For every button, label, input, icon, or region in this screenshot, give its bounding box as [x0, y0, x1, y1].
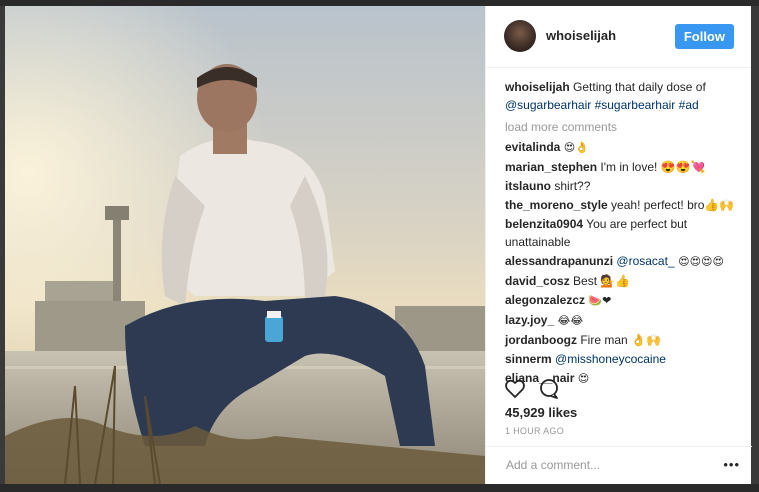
- comment-text: I'm in love! 😍😍💘: [600, 160, 706, 174]
- comment-username[interactable]: lazy.joy_: [505, 313, 554, 327]
- load-more-comments[interactable]: load more comments: [505, 118, 741, 136]
- background-strip-bottom: [0, 484, 759, 492]
- caption-text: Getting that daily dose of: [573, 80, 706, 94]
- comment-item: lazy.joy_ 😂😂: [505, 311, 741, 330]
- comment-username[interactable]: itslauno: [505, 179, 551, 193]
- comment-item: itslauno shirt??: [505, 177, 741, 195]
- likes-count[interactable]: 45,929 likes: [505, 405, 577, 420]
- comment-text: 😍😍😍😍: [674, 255, 724, 268]
- comment-text: 😍: [577, 372, 590, 385]
- comment-username[interactable]: evitalinda: [505, 140, 560, 154]
- comment-text: 😂😂: [557, 314, 584, 327]
- post-modal: whoiselijah Follow whoiselijah Getting t…: [5, 6, 752, 485]
- add-comment-bar: •••: [486, 446, 752, 485]
- comment-item: sinnerm @misshoneycocaine: [505, 350, 741, 368]
- comment-text: 🍉❤: [588, 294, 612, 307]
- follow-button[interactable]: Follow: [674, 24, 734, 49]
- caption-tag[interactable]: #ad: [679, 98, 699, 112]
- comment-item: evitalinda 😍👌: [505, 138, 741, 157]
- comment-mention[interactable]: @misshoneycocaine: [555, 352, 666, 366]
- comment-item: alessandrapanunzi @rosacat_ 😍😍😍😍: [505, 252, 741, 271]
- comment-item: jordanboogz Fire man 👌🙌: [505, 331, 741, 349]
- heart-outline-icon[interactable]: [505, 379, 525, 398]
- post-photo[interactable]: [5, 6, 485, 484]
- comment-item: the_moreno_style yeah! perfect! bro👍🙌: [505, 196, 741, 214]
- comments-panel: whoiselijah Follow whoiselijah Getting t…: [485, 6, 752, 485]
- comment-username[interactable]: david_cosz: [505, 274, 570, 288]
- comment-username[interactable]: the_moreno_style: [505, 198, 608, 212]
- comment-mention[interactable]: @rosacat_: [616, 254, 674, 268]
- add-comment-input[interactable]: [504, 457, 708, 473]
- header-username[interactable]: whoiselijah: [546, 28, 616, 43]
- caption-username[interactable]: whoiselijah: [505, 80, 570, 94]
- comment-username[interactable]: alegonzalezcz: [505, 293, 585, 307]
- comment-text: shirt??: [554, 179, 591, 193]
- comment-text: Best 💁👍: [573, 274, 631, 288]
- post-header: whoiselijah Follow: [486, 6, 751, 68]
- caption: whoiselijah Getting that daily dose of @…: [505, 78, 741, 114]
- comment-username[interactable]: jordanboogz: [505, 333, 577, 347]
- comment-item: david_cosz Best 💁👍: [505, 272, 741, 290]
- comment-username[interactable]: marian_stephen: [505, 160, 597, 174]
- timestamp: 1 HOUR AGO: [505, 426, 565, 436]
- comment-text: 😍👌: [563, 141, 589, 154]
- comment-username[interactable]: belenzita0904: [505, 217, 583, 231]
- comment-username[interactable]: alessandrapanunzi: [505, 254, 613, 268]
- action-bar: [505, 378, 565, 405]
- speech-bubble-icon[interactable]: [540, 379, 558, 399]
- comment-username[interactable]: sinnerm: [505, 352, 552, 366]
- more-options-button[interactable]: •••: [723, 457, 740, 472]
- comment-text: yeah! perfect! bro👍🙌: [611, 198, 735, 212]
- comment-text: Fire man 👌🙌: [580, 333, 661, 347]
- comment-item: belenzita0904 You are perfect but unatta…: [505, 215, 741, 251]
- comment-item: alegonzalezcz 🍉❤: [505, 291, 741, 310]
- comments-list: whoiselijah Getting that daily dose of @…: [505, 78, 741, 389]
- caption-tag[interactable]: @sugarbearhair: [505, 98, 591, 112]
- avatar[interactable]: [504, 20, 536, 52]
- comment-item: marian_stephen I'm in love! 😍😍💘: [505, 158, 741, 176]
- caption-tag[interactable]: #sugarbearhair: [595, 98, 676, 112]
